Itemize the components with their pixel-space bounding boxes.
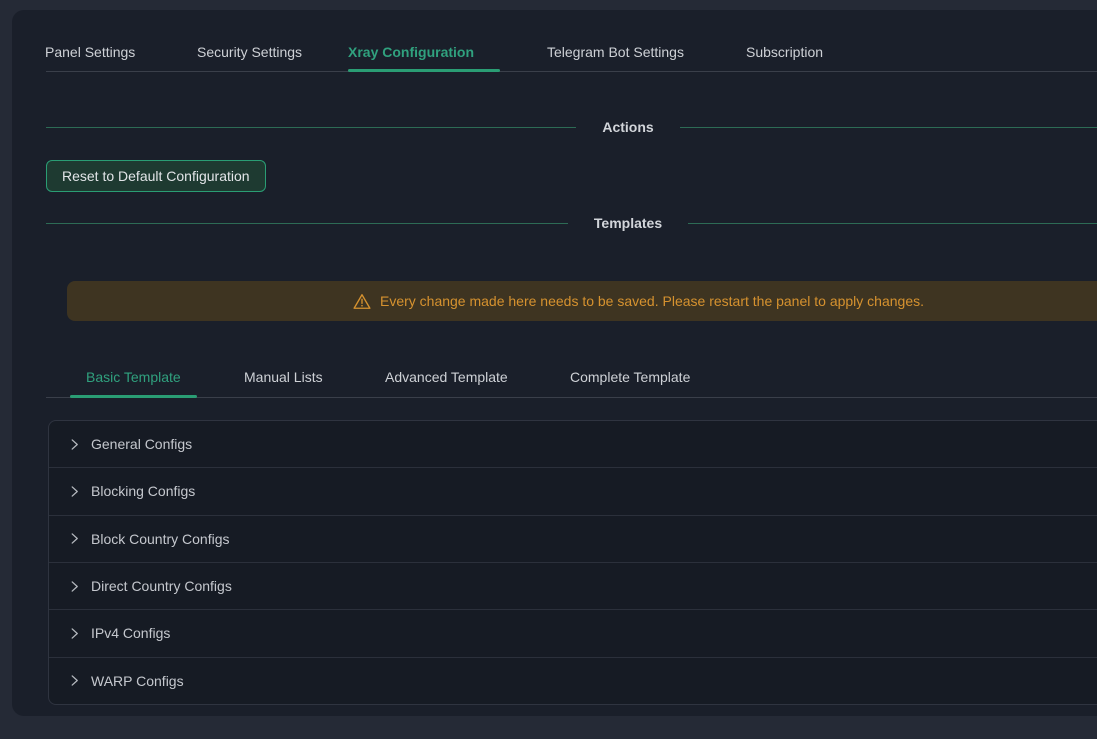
tab-manual-lists[interactable]: Manual Lists: [244, 369, 323, 385]
divider-line: [680, 127, 1097, 128]
chevron-right-icon: [69, 675, 80, 686]
actions-section-title: Actions: [602, 119, 653, 135]
panel-warp-configs[interactable]: WARP Configs: [49, 658, 1097, 704]
panel-label: Blocking Configs: [91, 483, 195, 499]
chevron-right-icon: [69, 581, 80, 592]
templates-section-title: Templates: [594, 215, 662, 231]
reset-to-default-button[interactable]: Reset to Default Configuration: [46, 160, 266, 192]
page-background: { "main_tabs": { "items": [ { "label": "…: [0, 0, 1097, 739]
divider-line: [46, 223, 568, 224]
templates-section-divider: Templates: [46, 213, 1097, 233]
warning-alert: Every change made here needs to be saved…: [67, 281, 1097, 321]
active-tab-indicator: [348, 69, 500, 72]
warning-message: Every change made here needs to be saved…: [380, 293, 924, 309]
panel-block-country-configs[interactable]: Block Country Configs: [49, 516, 1097, 563]
active-template-tab-indicator: [70, 395, 197, 398]
actions-section-divider: Actions: [46, 117, 1097, 137]
tab-panel-settings[interactable]: Panel Settings: [45, 44, 135, 60]
divider-line: [688, 223, 1097, 224]
panel-label: General Configs: [91, 436, 192, 452]
panel-label: WARP Configs: [91, 673, 184, 689]
xray-configuration-card: Panel Settings Security Settings Xray Co…: [12, 10, 1097, 716]
config-collapse-list: General Configs Blocking Configs Block C…: [48, 420, 1097, 705]
tab-bar-divider: [46, 71, 1097, 72]
template-tab-bar-divider: [46, 397, 1097, 398]
tab-basic-template[interactable]: Basic Template: [86, 369, 181, 385]
tab-advanced-template[interactable]: Advanced Template: [385, 369, 508, 385]
panel-blocking-configs[interactable]: Blocking Configs: [49, 468, 1097, 515]
tab-security-settings[interactable]: Security Settings: [197, 44, 302, 60]
tab-subscription[interactable]: Subscription: [746, 44, 823, 60]
panel-direct-country-configs[interactable]: Direct Country Configs: [49, 563, 1097, 610]
chevron-right-icon: [69, 628, 80, 639]
chevron-right-icon: [69, 486, 80, 497]
panel-label: Block Country Configs: [91, 531, 230, 547]
panel-label: IPv4 Configs: [91, 625, 170, 641]
tab-telegram-bot-settings[interactable]: Telegram Bot Settings: [547, 44, 684, 60]
chevron-right-icon: [69, 439, 80, 450]
warning-triangle-icon: [353, 293, 371, 310]
panel-ipv4-configs[interactable]: IPv4 Configs: [49, 610, 1097, 657]
panel-label: Direct Country Configs: [91, 578, 232, 594]
chevron-right-icon: [69, 533, 80, 544]
divider-line: [46, 127, 576, 128]
tab-xray-configuration[interactable]: Xray Configuration: [348, 44, 474, 60]
tab-complete-template[interactable]: Complete Template: [570, 369, 690, 385]
panel-general-configs[interactable]: General Configs: [49, 421, 1097, 468]
